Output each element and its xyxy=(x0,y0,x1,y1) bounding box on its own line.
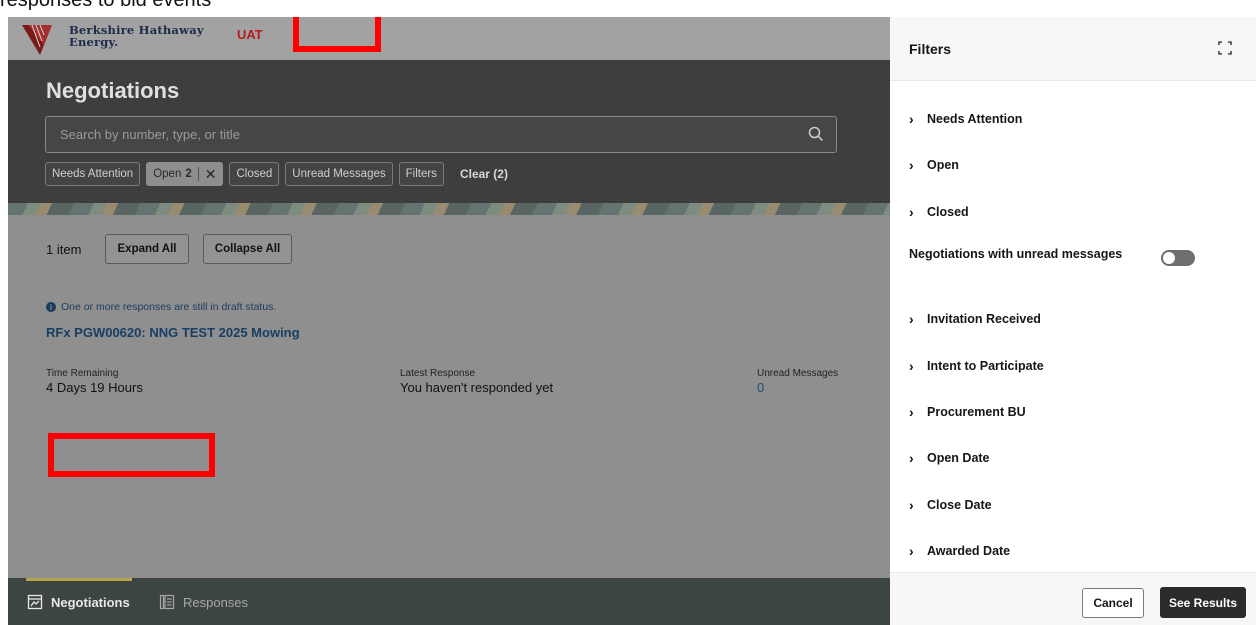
draft-notice-text: One or more responses are still in draft… xyxy=(61,301,277,313)
chip-open[interactable]: Open 2 ✕ xyxy=(146,162,224,186)
filter-chips: Needs Attention Open 2 ✕ Closed Unread M… xyxy=(45,162,508,186)
filter-open-label: Open xyxy=(927,158,959,172)
expand-icon[interactable] xyxy=(1218,41,1232,55)
logo-line-2: Energy. xyxy=(69,35,119,49)
company-logo[interactable]: Berkshire Hathaway Energy. xyxy=(22,21,212,57)
annotation-highlight-box xyxy=(293,17,381,52)
chip-needs-attention[interactable]: Needs Attention xyxy=(45,162,141,186)
caption-text: responses to bid events xyxy=(0,0,212,11)
filters-panel-title: Filters xyxy=(909,41,952,57)
chevron-right-icon: › xyxy=(909,497,914,513)
chevron-right-icon: › xyxy=(909,111,914,127)
item-count: 1 item xyxy=(46,242,82,257)
page-title: Negotiations xyxy=(46,78,180,103)
filters-panel-footer: Cancel See Results xyxy=(890,572,1256,625)
cancel-button[interactable]: Cancel xyxy=(1082,588,1144,618)
see-results-button[interactable]: See Results xyxy=(1160,587,1246,618)
annotation-highlight-box xyxy=(48,433,215,477)
chevron-right-icon: › xyxy=(909,157,914,173)
chevron-right-icon: › xyxy=(909,204,914,220)
filter-open-date[interactable]: › Open Date xyxy=(909,450,990,466)
tab-responses[interactable]: Responses xyxy=(159,594,248,610)
tab-negotiations-label: Negotiations xyxy=(51,594,130,610)
chevron-right-icon: › xyxy=(909,543,914,559)
filter-closed-label: Closed xyxy=(927,205,969,219)
chevron-right-icon: › xyxy=(909,404,914,420)
filter-invitation-received-label: Invitation Received xyxy=(927,312,1041,326)
filter-awarded-date[interactable]: › Awarded Date xyxy=(909,543,1010,559)
filter-open-date-label: Open Date xyxy=(927,451,990,465)
active-tab-indicator xyxy=(26,578,132,581)
unread-messages-toggle[interactable] xyxy=(1161,250,1195,266)
search-input[interactable]: Search by number, type, or title xyxy=(45,116,837,153)
chip-filters[interactable]: Filters xyxy=(398,162,444,186)
negotiations-app: Berkshire Hathaway Energy. UAT Negotiati… xyxy=(8,17,890,625)
chip-unread-messages[interactable]: Unread Messages xyxy=(285,162,393,186)
hero-banner: Negotiations Search by number, type, or … xyxy=(8,60,890,203)
time-remaining-value: 4 Days 19 Hours xyxy=(46,380,143,395)
draft-notice: i One or more responses are still in dra… xyxy=(46,301,276,313)
logo-mark-icon xyxy=(22,24,52,55)
top-bar: Berkshire Hathaway Energy. UAT xyxy=(8,17,890,60)
unread-toggle-row: Negotiations with unread messages xyxy=(909,247,1122,261)
filter-open[interactable]: › Open xyxy=(909,157,959,173)
filter-procurement-bu[interactable]: › Procurement BU xyxy=(909,404,1026,420)
toggle-knob xyxy=(1163,252,1175,264)
unread-messages-count[interactable]: 0 xyxy=(757,380,764,395)
filter-needs-attention[interactable]: › Needs Attention xyxy=(909,111,1022,127)
filter-intent-to-participate[interactable]: › Intent to Participate xyxy=(909,358,1044,374)
filter-invitation-received[interactable]: › Invitation Received xyxy=(909,311,1041,327)
close-icon[interactable]: ✕ xyxy=(205,166,217,183)
filter-intent-to-participate-label: Intent to Participate xyxy=(927,359,1044,373)
results-area: 1 item Expand All Collapse All i One or … xyxy=(8,215,890,578)
filter-close-date-label: Close Date xyxy=(927,498,992,512)
decorative-pattern-strip xyxy=(8,203,890,215)
chevron-right-icon: › xyxy=(909,450,914,466)
filters-panel: Filters › Needs Attention › Open › Close… xyxy=(890,17,1256,625)
filter-awarded-date-label: Awarded Date xyxy=(927,544,1011,558)
logo-text: Berkshire Hathaway Energy. xyxy=(69,24,204,48)
chip-open-count: 2 xyxy=(185,168,192,180)
latest-response-label: Latest Response xyxy=(400,368,476,379)
unread-toggle-label: Negotiations with unread messages xyxy=(909,247,1123,261)
tab-responses-label: Responses xyxy=(183,594,249,610)
chip-divider xyxy=(197,167,199,181)
chip-open-label: Open xyxy=(153,168,182,180)
filter-closed[interactable]: › Closed xyxy=(909,204,969,220)
screenshot-root: responses to bid events Berkshire Hathaw… xyxy=(0,0,1256,625)
clear-filters-link[interactable]: Clear (2) xyxy=(460,167,508,181)
bottom-navigation: Negotiations Responses xyxy=(8,578,890,625)
chevron-right-icon: › xyxy=(909,358,914,374)
filters-panel-header: Filters xyxy=(890,17,1256,81)
collapse-all-button[interactable]: Collapse All xyxy=(203,234,292,264)
environment-label: UAT xyxy=(237,27,263,42)
filter-procurement-bu-label: Procurement BU xyxy=(927,405,1026,419)
chevron-right-icon: › xyxy=(909,311,914,327)
info-icon: i xyxy=(46,302,56,312)
search-icon[interactable] xyxy=(808,126,824,142)
rfx-title-link[interactable]: RFx PGW00620: NNG TEST 2025 Mowing xyxy=(46,325,300,340)
expand-all-button[interactable]: Expand All xyxy=(105,234,189,264)
filter-close-date[interactable]: › Close Date xyxy=(909,497,992,513)
negotiations-icon xyxy=(27,594,43,610)
filter-needs-attention-label: Needs Attention xyxy=(927,112,1023,126)
chip-closed[interactable]: Closed xyxy=(229,162,280,186)
responses-icon xyxy=(159,594,175,610)
tab-negotiations[interactable]: Negotiations xyxy=(27,594,130,610)
latest-response-value: You haven't responded yet xyxy=(400,380,554,395)
search-placeholder: Search by number, type, or title xyxy=(60,127,240,142)
unread-messages-label: Unread Messages xyxy=(757,368,839,379)
time-remaining-label: Time Remaining xyxy=(46,368,119,379)
